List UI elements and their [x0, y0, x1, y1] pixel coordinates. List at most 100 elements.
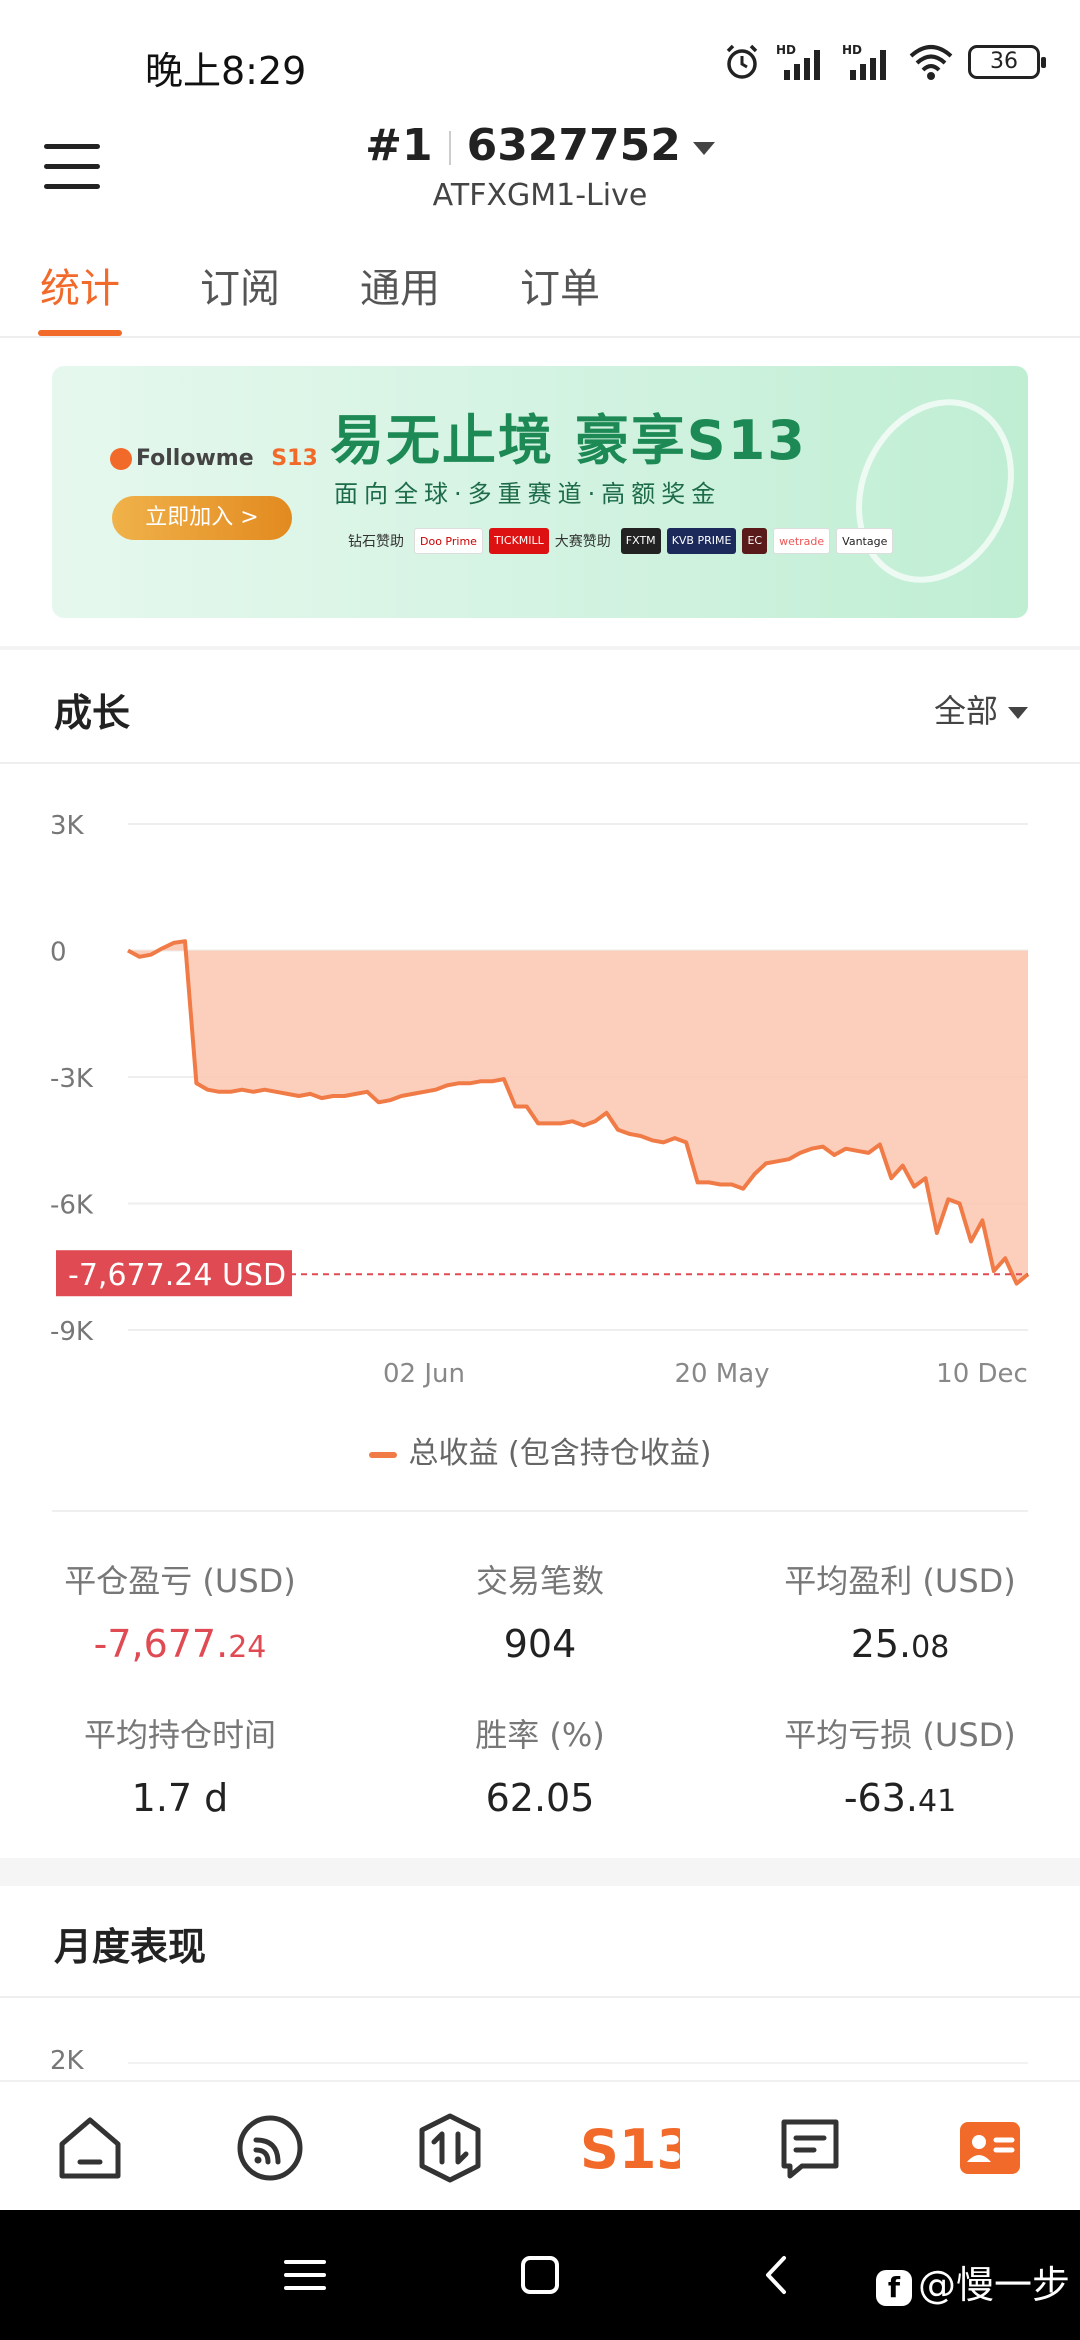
back-chevron-icon	[766, 2256, 786, 2294]
nav-home[interactable]	[54, 2112, 126, 2184]
followme-logo-icon	[110, 448, 132, 470]
account-number: 6327752	[466, 120, 681, 171]
account-selector[interactable]: #1 6327752	[0, 120, 1080, 171]
chart-y-tick-label: -3K	[50, 1064, 94, 1094]
stat-item: 平仓盈亏 (USD) -7,677.24	[0, 1556, 360, 1666]
nav-messages[interactable]	[774, 2112, 846, 2184]
watermark: f @慢一步	[875, 2254, 1070, 2309]
status-bar: 晚上8:29 HD HD 36	[0, 0, 1080, 120]
stat-value-int: 904	[503, 1622, 577, 1666]
stat-label: 交易笔数	[475, 1562, 604, 1600]
chart-legend: 总收益 (包含持仓收益)	[0, 1428, 1080, 1472]
svg-text:HD: HD	[776, 43, 796, 57]
svg-text:HD: HD	[842, 43, 862, 57]
sponsor-logo: wetrade	[773, 528, 831, 554]
growth-title: 成长	[54, 691, 131, 735]
range-filter-label: 全部	[933, 692, 998, 730]
hd-signal-icon: HD	[776, 43, 820, 80]
section-divider	[0, 1996, 1080, 1998]
join-now-button[interactable]: 立即加入 >	[112, 496, 292, 540]
legend-label: 总收益 (包含持仓收益)	[408, 1436, 712, 1471]
chart-area-fill	[128, 941, 1028, 1284]
system-menu-button[interactable]	[280, 2250, 330, 2300]
nav-s13[interactable]: S13	[580, 2112, 694, 2184]
square-home-icon	[521, 2256, 559, 2294]
bottom-navigation: S13	[0, 2080, 1080, 2210]
message-icon	[781, 2119, 839, 2179]
stat-value-int: -7,677.	[93, 1622, 229, 1666]
chart-x-ticks: 02 Jun 20 May 10 Dec	[383, 1359, 1028, 1389]
monthly-title: 月度表现	[54, 1925, 207, 1969]
stat-value-decimal: 08	[911, 1630, 950, 1665]
stat-value: -7,677.24	[0, 1622, 360, 1666]
system-navigation-bar: f @慢一步	[0, 2210, 1080, 2340]
nav-profile[interactable]	[954, 2112, 1026, 2184]
sponsor-logo: KVB PRIME	[666, 528, 737, 554]
growth-chart[interactable]: 3K 0 -3K -6K -9K -7,677.24 USD 02 Jun 20 May 1…	[0, 780, 1080, 1460]
sponsor-logo: EC	[742, 528, 768, 554]
tab-statistics[interactable]: 统计	[40, 256, 120, 314]
stat-value-int: 25.	[850, 1622, 912, 1666]
stat-label: 平均亏损 (USD)	[784, 1716, 1016, 1754]
caret-down-icon	[692, 141, 715, 155]
nav-trade[interactable]	[414, 2112, 486, 2184]
stat-value: 904	[360, 1622, 720, 1666]
stat-item: 交易笔数 904	[360, 1556, 720, 1666]
chart-x-tick-label: 20 May	[674, 1359, 769, 1389]
decorative-ring	[826, 373, 1028, 609]
system-back-button[interactable]	[752, 2250, 802, 2300]
sponsor-logo: Vantage	[836, 528, 894, 554]
watermark-text: @慢一步	[917, 2263, 1070, 2307]
stat-value-int: -63.	[843, 1776, 918, 1820]
tab-orders[interactable]: 订单	[520, 256, 600, 314]
range-filter-dropdown[interactable]: 全部	[934, 686, 1028, 732]
s13-label: S13	[580, 2118, 680, 2181]
chart-y-tick-label: 0	[50, 938, 67, 968]
banner-headline: 易无止境 豪享S13	[330, 409, 807, 472]
stat-label: 胜率 (%)	[475, 1716, 605, 1754]
battery-icon: 36	[968, 45, 1046, 79]
stat-value-decimal: 24	[228, 1630, 267, 1665]
monthly-gridline	[128, 2062, 1028, 2064]
chart-y-tick-label: -6K	[50, 1191, 94, 1221]
banner-subline: 面向全球·多重赛道·高额奖金	[334, 480, 722, 508]
tab-general[interactable]: 通用	[360, 256, 440, 314]
account-separator	[448, 131, 451, 165]
profile-card-icon	[960, 2122, 1020, 2174]
current-value-label: -7,677.24 USD	[68, 1258, 286, 1293]
app-header: #1 6327752 ATFXGM1-Live	[0, 120, 1080, 240]
recents-icon	[284, 2260, 326, 2290]
s13-icon: S13	[580, 2118, 694, 2181]
account-server: ATFXGM1-Live	[432, 178, 648, 213]
brand-name: Followme	[136, 446, 254, 471]
caret-down-icon	[1008, 707, 1028, 719]
stat-value-int: 1.7 d	[131, 1776, 229, 1820]
tab-subscribe[interactable]: 订阅	[200, 256, 280, 314]
chart-y-tick-label: -9K	[50, 1317, 94, 1347]
hd-signal-icon: HD	[842, 43, 886, 80]
promo-banner[interactable]: Followme S13 立即加入 > 易无止境 豪享S13 面向全球·多重赛道…	[52, 366, 1028, 618]
stat-item: 平均持仓时间 1.7 d	[0, 1710, 360, 1820]
wifi-icon	[909, 45, 953, 80]
sponsor-logo: TICKMILL	[488, 528, 549, 554]
sponsor-logo: FXTM	[620, 528, 661, 554]
rss-icon	[237, 2115, 303, 2181]
nav-feed[interactable]	[234, 2112, 306, 2184]
status-time: 晚上8:29	[145, 49, 307, 93]
chart-x-tick-label: 10 Dec	[936, 1359, 1028, 1389]
alarm-icon	[726, 44, 758, 79]
sponsor-logo: Doo Prime	[414, 528, 483, 554]
section-divider	[0, 646, 1080, 650]
stat-value: 62.05	[360, 1776, 720, 1820]
account-rank: #1	[365, 120, 433, 171]
sponsor-label-event: 大赛赞助	[554, 534, 611, 550]
tab-bar: 统计 订阅 通用 订单	[0, 250, 1080, 338]
stat-value: 25.08	[720, 1622, 1080, 1666]
sponsor-label-diamond: 钻石赞助	[348, 534, 404, 550]
facebook-logo-icon: f	[875, 2269, 912, 2306]
monthly-y-tick: 2K	[50, 2046, 84, 2076]
legend-swatch	[368, 1451, 397, 1458]
sponsor-strip: 钻石赞助 Doo Prime TICKMILL 大赛赞助 FXTM KVB PR…	[348, 524, 894, 558]
system-home-button[interactable]	[515, 2250, 565, 2300]
section-divider	[0, 1858, 1080, 1886]
